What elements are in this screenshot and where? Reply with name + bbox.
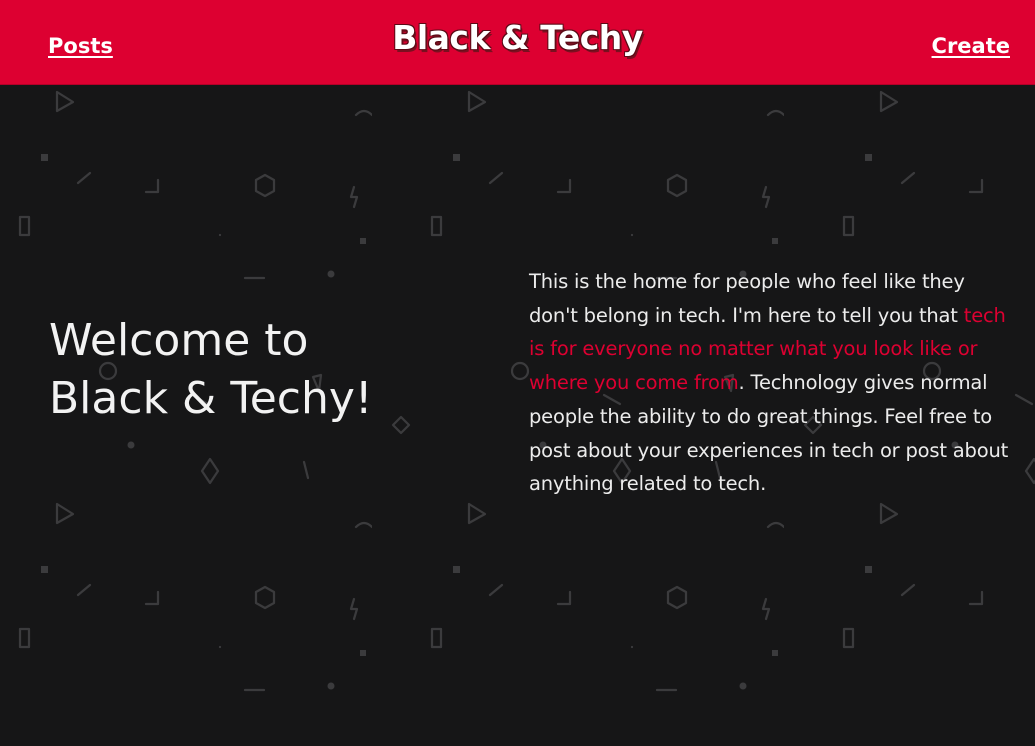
- top-navbar: Posts Black & Techy Create: [0, 0, 1035, 85]
- hero-section: Welcome to Black & Techy! This is the ho…: [0, 85, 1035, 746]
- intro-paragraph: This is the home for people who feel lik…: [529, 265, 1009, 501]
- nav-create-link[interactable]: Create: [932, 34, 1010, 58]
- welcome-heading-line2: Black & Techy!: [49, 373, 373, 424]
- intro-text-start: This is the home for people who feel lik…: [529, 270, 965, 327]
- welcome-heading: Welcome to Black & Techy!: [49, 312, 469, 428]
- welcome-heading-line1: Welcome to: [49, 315, 309, 366]
- site-logo[interactable]: Black & Techy: [0, 18, 1035, 57]
